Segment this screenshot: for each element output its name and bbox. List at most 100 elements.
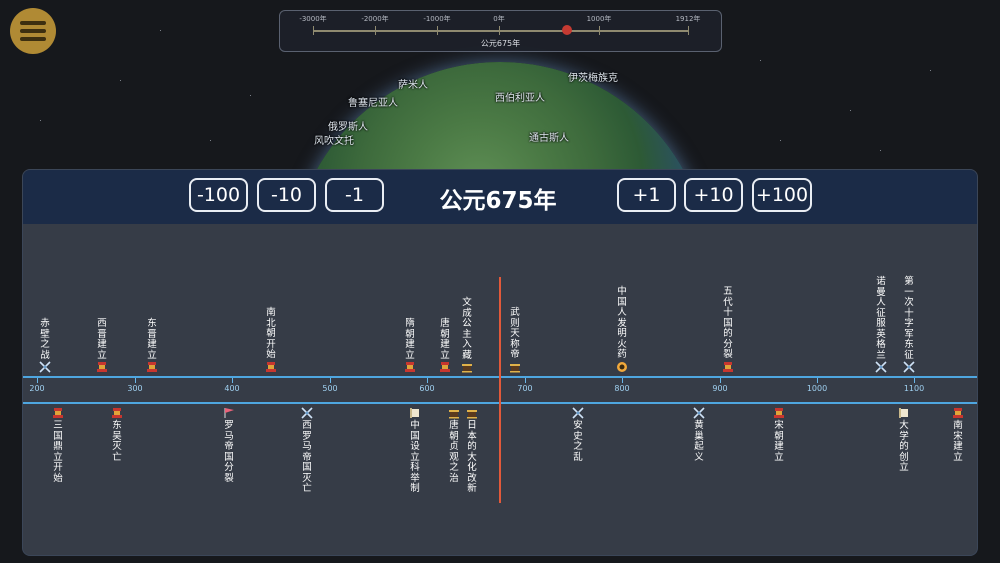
timeline-event-bottom[interactable]: 宋朝建立: [772, 407, 786, 463]
timeline-tick: [427, 378, 428, 383]
timeline-tick-label: 1100: [903, 384, 925, 393]
event-label: 安史之乱: [573, 420, 583, 463]
event-label: 中国人发明火药: [617, 286, 627, 360]
timeline-tick-label: 500: [322, 384, 338, 393]
plus-100-button[interactable]: +100: [752, 178, 812, 212]
era-tick-label: -3000年: [299, 15, 327, 23]
timeline-event-top[interactable]: 中国人发明火药: [615, 286, 629, 373]
era-tick: [688, 26, 689, 35]
era-tick: [313, 26, 314, 35]
globe-label: 通古斯人: [529, 133, 569, 144]
timeline-tick: [330, 378, 331, 383]
timeline-tick-label: 1000: [806, 384, 828, 393]
era-tick-label: 1000年: [586, 15, 612, 23]
timeline-event-bottom[interactable]: 罗马帝国分裂: [222, 407, 236, 484]
palace-icon: [509, 361, 521, 373]
timeline-event-top[interactable]: 诺曼人征服英格兰: [874, 276, 888, 373]
crossed-swords-icon: [39, 361, 51, 373]
era-slider-knob[interactable]: [562, 25, 572, 35]
timeline-event-bottom[interactable]: 黄巢起义: [692, 407, 706, 463]
menu-button[interactable]: [10, 8, 56, 54]
timeline-event-top[interactable]: 隋朝建立: [403, 318, 417, 373]
crossed-swords-icon: [903, 361, 915, 373]
timeline-event-bottom[interactable]: 中国设立科举制: [408, 407, 422, 495]
timeline-event-bottom[interactable]: 南宋建立: [951, 407, 965, 463]
era-tick-label: -2000年: [361, 15, 389, 23]
timeline-tick-label: 400: [224, 384, 240, 393]
plus-1-button[interactable]: +1: [617, 178, 676, 212]
event-label: 唐朝建立: [440, 318, 450, 361]
pagoda-icon: [146, 361, 158, 373]
timeline-event-bottom[interactable]: 安史之乱: [571, 407, 585, 463]
timeline-event-bottom[interactable]: 大学的创立: [897, 407, 911, 474]
pagoda-icon: [952, 407, 964, 419]
timeline-tick: [135, 378, 136, 383]
event-label: 赤壁之战: [40, 318, 50, 361]
timeline-event-top[interactable]: 武则天称帝: [508, 307, 522, 373]
globe-label: 西伯利亚人: [495, 93, 545, 104]
timeline-event-bottom[interactable]: 日本的大化改新: [465, 407, 479, 495]
current-year-marker[interactable]: [499, 277, 501, 503]
globe-label: 萨米人: [398, 80, 428, 91]
era-current-label: 公元675年: [480, 39, 521, 48]
timeline-event-bottom[interactable]: 西罗马帝国灭亡: [300, 407, 314, 495]
event-label: 文成公主入藏: [462, 297, 472, 361]
crossed-swords-icon: [693, 407, 705, 419]
pagoda-icon: [404, 361, 416, 373]
event-label: 日本的大化改新: [467, 420, 477, 494]
era-tick: [375, 26, 376, 35]
timeline-tick-label: 800: [614, 384, 630, 393]
timeline-tick: [232, 378, 233, 383]
plus-10-button[interactable]: +10: [684, 178, 743, 212]
crossed-swords-icon: [572, 407, 584, 419]
timeline-panel: -100 -10 -1 公元675年 +1 +10 +100 200 300 400…: [22, 169, 978, 556]
hamburger-icon: [20, 21, 46, 41]
globe-label: 风吹文托: [314, 136, 354, 147]
globe-label: 伊茨梅族克: [568, 73, 618, 84]
timeline-event-top[interactable]: 南北朝开始: [264, 307, 278, 373]
timeline-event-top[interactable]: 第一次十字军东征: [902, 276, 916, 373]
event-label: 第一次十字军东征: [904, 276, 914, 361]
timeline-event-top[interactable]: 文成公主入藏: [460, 297, 474, 373]
era-slider[interactable]: -3000年 -2000年 -1000年 0年 1000年 1912年 公元67…: [279, 10, 722, 52]
timeline-tick: [720, 378, 721, 383]
crossed-swords-icon: [875, 361, 887, 373]
event-label: 南宋建立: [953, 420, 963, 463]
era-tick: [437, 26, 438, 35]
timeline-event-top[interactable]: 赤壁之战: [38, 318, 52, 373]
timeline-tick: [525, 378, 526, 383]
timeline-header: -100 -10 -1 公元675年 +1 +10 +100: [23, 170, 977, 224]
timeline-event-bottom[interactable]: 三国鼎立开始: [51, 407, 65, 484]
event-label: 三国鼎立开始: [53, 420, 63, 484]
era-slider-track[interactable]: [313, 30, 688, 32]
pagoda-icon: [52, 407, 64, 419]
timeline-tick: [817, 378, 818, 383]
timeline-tick-label: 700: [517, 384, 533, 393]
minus-100-button[interactable]: -100: [189, 178, 248, 212]
current-year-title: 公元675年: [439, 188, 557, 214]
minus-10-button[interactable]: -10: [257, 178, 316, 212]
pagoda-icon: [111, 407, 123, 419]
timeline-event-top[interactable]: 唐朝建立: [438, 318, 452, 373]
explosion-icon: [616, 361, 628, 373]
timeline-event-top[interactable]: 西晋建立: [95, 318, 109, 373]
event-label: 武则天称帝: [510, 307, 520, 360]
scroll-icon: [898, 407, 910, 419]
timeline-event-top[interactable]: 五代十国的分裂: [721, 286, 735, 373]
palace-icon: [448, 407, 460, 419]
event-label: 宋朝建立: [774, 420, 784, 463]
pagoda-icon: [265, 361, 277, 373]
event-label: 西晋建立: [97, 318, 107, 361]
timeline-event-bottom[interactable]: 东吴灭亡: [110, 407, 124, 463]
event-label: 中国设立科举制: [410, 420, 420, 494]
era-tick-label: 0年: [493, 15, 505, 23]
timeline-event-top[interactable]: 东晋建立: [145, 318, 159, 373]
timeline-event-bottom[interactable]: 唐朝贞观之治: [447, 407, 461, 484]
event-label: 唐朝贞观之治: [449, 420, 459, 484]
globe-label: 俄罗斯人: [328, 122, 368, 133]
globe-label: 鲁塞尼亚人: [348, 98, 398, 109]
minus-1-button[interactable]: -1: [325, 178, 384, 212]
era-tick-label: 1912年: [675, 15, 701, 23]
event-label: 诺曼人征服英格兰: [876, 276, 886, 361]
event-label: 东吴灭亡: [112, 420, 122, 463]
